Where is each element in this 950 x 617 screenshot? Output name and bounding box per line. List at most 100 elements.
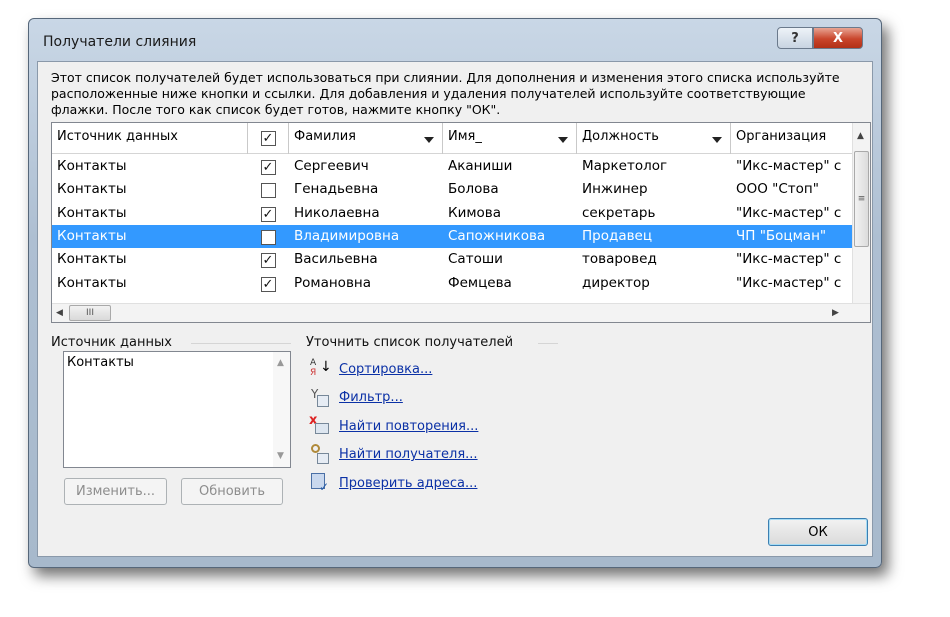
description-text: Этот список получателей будет использова…	[51, 70, 840, 117]
row-checkbox[interactable]: ✓	[260, 276, 276, 292]
close-button[interactable]: X	[813, 27, 863, 49]
help-button[interactable]: ?	[777, 27, 813, 49]
cell-position: Инжинер	[582, 181, 648, 198]
validate-addresses-icon: ✓	[309, 472, 331, 494]
cell-position: директор	[582, 274, 650, 291]
column-label: Имя_	[448, 129, 482, 144]
table-row[interactable]: Контакты Генадьевна Болова Инжинер ООО "Стоп…	[52, 178, 852, 201]
column-header-first-name[interactable]: Имя_	[443, 123, 577, 154]
list-item[interactable]: Контакты	[64, 352, 290, 373]
column-header-organization[interactable]: Организация	[731, 123, 852, 154]
row-checkbox-cell[interactable]: ✓	[248, 202, 289, 225]
group-label: Уточнить список получателей	[306, 335, 514, 350]
divider	[538, 343, 558, 344]
link-text[interactable]: Проверить адреса...	[339, 476, 477, 491]
dropdown-arrow-icon[interactable]	[424, 137, 434, 143]
refine-group: Уточнить список получателей	[306, 335, 558, 350]
link-text[interactable]: Сортировка...	[339, 362, 432, 377]
cell-first: Сапожникова	[448, 227, 546, 244]
cell-last: Генадьевна	[294, 181, 379, 198]
ok-button[interactable]: ОК	[768, 518, 868, 546]
cell-org: ЧП "Боцман"	[736, 227, 827, 244]
cell-first: Болова	[448, 181, 499, 198]
scroll-up-icon[interactable]: ▲	[277, 358, 284, 368]
dialog-window: Получатели слияния ? X Этот список получ…	[28, 18, 882, 568]
link-text[interactable]: Фильтр...	[339, 390, 403, 405]
cell-last: Романовна	[294, 274, 371, 291]
cell-org: ООО "Стоп"	[736, 181, 819, 198]
cell-position: Продавец	[582, 227, 653, 244]
refine-link[interactable]: x Найти повторения...	[309, 413, 478, 437]
row-checkbox-cell[interactable]: ✓	[248, 248, 289, 271]
find-recipient-icon	[309, 443, 331, 466]
column-header-source[interactable]: Источник данных	[52, 123, 248, 154]
dropdown-arrow-icon[interactable]	[558, 137, 568, 143]
cell-source: Контакты	[57, 204, 127, 221]
table-row[interactable]: Контакты ✓ Романовна Фемцева директор "Икс-ма…	[52, 272, 852, 295]
horizontal-scrollbar[interactable]: ◀ III ▶	[52, 303, 870, 322]
horizontal-scroll-thumb[interactable]: III	[69, 305, 111, 321]
column-header-position[interactable]: Должность	[577, 123, 731, 154]
cell-source: Контакты	[57, 227, 127, 244]
refine-link[interactable]: Найти получателя...	[309, 443, 478, 466]
dropdown-arrow-icon[interactable]	[712, 137, 722, 143]
filter-icon: Y	[309, 387, 331, 409]
recipients-table: Источник данных ✓ Фамилия Имя_ Должность…	[51, 122, 871, 323]
row-checkbox-cell[interactable]	[248, 225, 289, 248]
link-text[interactable]: Найти повторения...	[339, 419, 478, 434]
table-row[interactable]: Контакты ✓ Васильевна Сатоши товаровед "Икс-м…	[52, 248, 852, 271]
table-header: Источник данных ✓ Фамилия Имя_ Должность…	[52, 123, 852, 154]
edit-button[interactable]: Изменить...	[64, 478, 167, 505]
cell-first: Аканиши	[448, 158, 513, 174]
cell-first: Кимова	[448, 204, 502, 221]
cell-first: Сатоши	[448, 251, 503, 268]
refine-link[interactable]: А Я ↓ Сортировка...	[309, 358, 432, 380]
scroll-down-icon[interactable]: ▼	[277, 451, 284, 461]
row-checkbox[interactable]: ✓	[260, 206, 276, 222]
cell-org: "Икс-мастер" с	[736, 274, 842, 291]
cell-last: Васильевна	[294, 251, 378, 268]
column-label: Фамилия	[294, 129, 356, 144]
cell-source: Контакты	[57, 274, 127, 291]
link-text[interactable]: Найти получателя...	[339, 447, 478, 462]
vertical-scroll-thumb[interactable]: ≡	[854, 151, 869, 247]
cell-position: товаровед	[582, 251, 657, 268]
cell-org: "Икс-мастер" с	[736, 158, 842, 174]
cell-source: Контакты	[57, 181, 127, 198]
vertical-scrollbar[interactable]: ▲ ≡	[852, 123, 870, 304]
list-scrollbar[interactable]: ▲ ▼	[273, 352, 290, 467]
table-row[interactable]: Контакты ✓ Сергеевич Аканиши Маркетолог "Икс-…	[52, 155, 852, 178]
scroll-left-icon[interactable]: ◀	[56, 308, 63, 318]
refresh-button[interactable]: Обновить	[181, 478, 283, 505]
select-all-checkbox[interactable]: ✓	[260, 131, 276, 146]
scroll-right-icon[interactable]: ▶	[832, 308, 839, 318]
data-source-list[interactable]: Контакты ▲ ▼	[63, 351, 291, 468]
dialog-body: Этот список получателей будет использова…	[37, 61, 873, 557]
cell-first: Фемцева	[448, 274, 512, 291]
row-checkbox-cell[interactable]	[248, 178, 289, 201]
cell-last: Владимировна	[294, 227, 400, 244]
row-checkbox[interactable]: ✓	[260, 160, 276, 175]
cell-source: Контакты	[57, 158, 127, 174]
refine-link[interactable]: ✓ Проверить адреса...	[309, 472, 477, 494]
row-checkbox-cell[interactable]: ✓	[248, 155, 289, 178]
group-label: Источник данных	[51, 335, 172, 350]
sort-icon: А Я ↓	[310, 358, 332, 378]
row-checkbox[interactable]	[260, 229, 276, 245]
table-row[interactable]: Контакты ✓ Николаевна Кимова секретарь "Икс-м…	[52, 202, 852, 225]
column-label: Должность	[582, 129, 659, 144]
column-header-checkbox[interactable]: ✓	[248, 123, 289, 154]
scroll-up-icon[interactable]: ▲	[857, 131, 864, 141]
cell-source: Контакты	[57, 251, 127, 268]
cell-last: Сергеевич	[294, 158, 369, 174]
cell-position: секретарь	[582, 204, 656, 221]
table-row[interactable]: Контакты Владимировна Сапожникова Продавец Ч…	[52, 224, 852, 248]
cell-org: "Икс-мастер" с	[736, 204, 842, 221]
refine-link[interactable]: Y Фильтр...	[309, 387, 403, 409]
cell-position: Маркетолог	[582, 158, 668, 174]
row-checkbox[interactable]: ✓	[260, 253, 276, 269]
row-checkbox-cell[interactable]: ✓	[248, 272, 289, 295]
column-header-last-name[interactable]: Фамилия	[289, 123, 443, 154]
row-checkbox[interactable]	[260, 183, 276, 199]
find-duplicates-icon: x	[309, 413, 331, 437]
